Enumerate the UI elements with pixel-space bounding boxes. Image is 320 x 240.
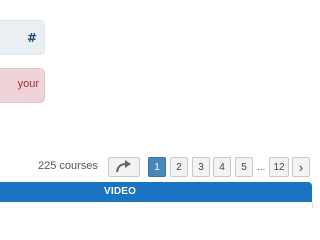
redo-arrow-icon [116, 160, 131, 173]
alert-box: your [0, 68, 45, 103]
pagination-bar: 225 courses 1 2 3 4 5 ... 12 › [0, 155, 317, 179]
next-page-button[interactable]: › [292, 157, 310, 177]
column-header-video[interactable]: VIDEO [104, 186, 136, 197]
page-button-1[interactable]: 1 [148, 157, 166, 177]
table-body [0, 202, 313, 208]
page-label: 1 [154, 161, 160, 173]
page-button-5[interactable]: 5 [235, 157, 253, 177]
page-button-2[interactable]: 2 [170, 157, 188, 177]
page-button-12[interactable]: 12 [269, 157, 289, 177]
table-header: VIDEO [0, 182, 312, 202]
info-box-text: # [26, 31, 37, 45]
page-button-3[interactable]: 3 [192, 157, 210, 177]
course-count: 225 courses [38, 160, 98, 172]
page-label: 3 [198, 161, 204, 173]
alert-box-text: your [17, 78, 39, 90]
page-label: 2 [176, 161, 182, 173]
page-label: 12 [273, 161, 285, 173]
page-label: 5 [241, 161, 247, 173]
chevron-right-icon: › [298, 159, 304, 175]
page-button-4[interactable]: 4 [213, 157, 231, 177]
page-label: 4 [219, 161, 225, 173]
reload-button[interactable] [108, 157, 140, 177]
pagination-ellipsis: ... [257, 162, 266, 173]
info-box: # [0, 20, 45, 55]
